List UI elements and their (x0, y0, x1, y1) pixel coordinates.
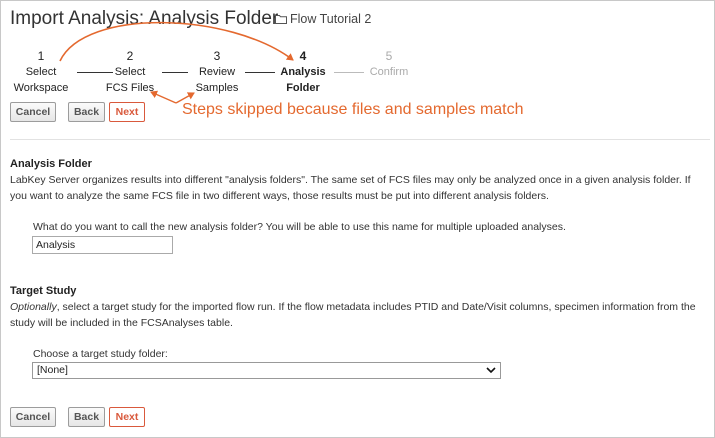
target-study-heading: Target Study (10, 285, 77, 297)
cancel-button-bottom[interactable]: Cancel (10, 407, 56, 427)
folder-link[interactable]: Flow Tutorial 2 (275, 12, 371, 26)
folder-name: Flow Tutorial 2 (290, 12, 372, 26)
analysis-folder-name-input[interactable] (32, 236, 173, 254)
step-number: 5 (385, 49, 393, 63)
next-button[interactable]: Next (109, 102, 145, 122)
step-label-line1: Analysis (280, 66, 326, 78)
step-label-line1: Select (25, 66, 57, 78)
step-number: 4 (299, 49, 307, 63)
step-number: 2 (126, 49, 134, 63)
step-number: 3 (213, 49, 221, 63)
page-title: Import Analysis: Analysis Folder (10, 8, 279, 29)
target-study-description-rest: , select a target study for the imported… (10, 301, 696, 329)
step-label-line2: FCS Files (105, 82, 155, 94)
analysis-folder-description: LabKey Server organizes results into dif… (10, 174, 691, 202)
cancel-button[interactable]: Cancel (10, 102, 56, 122)
chevron-down-icon (486, 367, 496, 374)
target-study-prompt: Choose a target study folder: (33, 348, 168, 360)
skip-annotation: Steps skipped because files and samples … (182, 101, 524, 118)
step-label-line1: Select (114, 66, 146, 78)
step-label-line1: Confirm (369, 66, 409, 78)
divider (10, 139, 710, 140)
wizard-step-1: 1 Select Workspace (1, 48, 81, 96)
step-label-line2: Folder (286, 82, 320, 94)
target-study-select[interactable]: [None] (32, 362, 501, 379)
optionally-emphasis: Optionally (10, 301, 57, 313)
wizard-step-4: 4 Analysis Folder (263, 48, 343, 96)
target-study-description: Optionally, select a target study for th… (10, 299, 700, 331)
wizard-step-5: 5 Confirm (349, 48, 429, 80)
back-button[interactable]: Back (68, 102, 105, 122)
step-label-line2: Workspace (13, 82, 69, 94)
folder-icon (275, 15, 287, 24)
wizard-step-2: 2 Select FCS Files (90, 48, 170, 96)
next-button-bottom[interactable]: Next (109, 407, 145, 427)
step-number: 1 (37, 49, 45, 63)
target-study-selected-value: [None] (37, 364, 68, 376)
analysis-folder-prompt: What do you want to call the new analysi… (33, 221, 566, 233)
back-button-bottom[interactable]: Back (68, 407, 105, 427)
step-label-line2: Samples (195, 82, 239, 94)
analysis-folder-heading: Analysis Folder (10, 158, 92, 170)
